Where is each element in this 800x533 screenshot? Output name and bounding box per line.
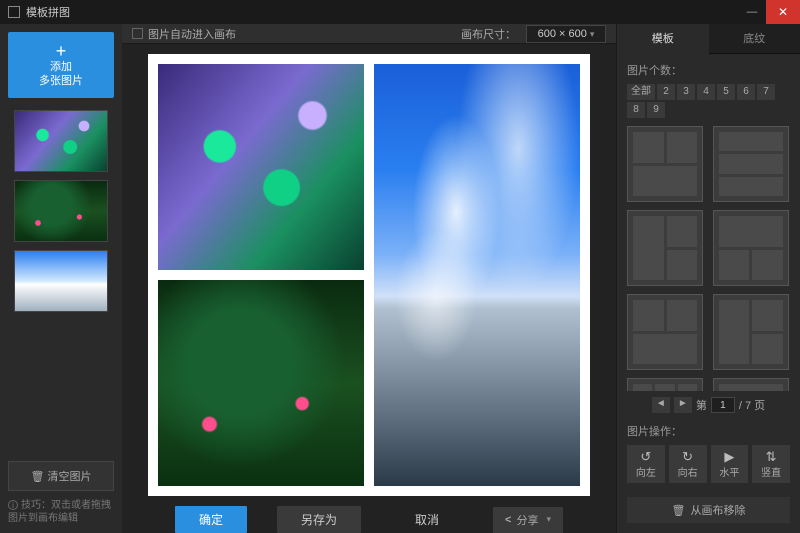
flip-h-icon: ▶ bbox=[711, 449, 749, 464]
template-8[interactable] bbox=[713, 378, 789, 391]
image-count-label: 图片个数： bbox=[627, 62, 790, 78]
rotate-left-icon: ↺ bbox=[627, 449, 665, 464]
image-ops-label: 图片操作： bbox=[617, 419, 800, 445]
left-panel: + 添加 多张图片 🗑 清空图片 i技巧：双击或者拖拽图片到画布编辑 bbox=[0, 24, 122, 533]
count-9[interactable]: 9 bbox=[647, 102, 665, 118]
app-icon bbox=[8, 6, 20, 18]
right-tabs: 模板 底纹 bbox=[617, 24, 800, 54]
canvas-size-input[interactable]: 600 × 600▾ bbox=[526, 25, 606, 43]
thumbnail-2[interactable] bbox=[14, 180, 108, 242]
tab-template[interactable]: 模板 bbox=[617, 24, 709, 54]
count-5[interactable]: 5 bbox=[717, 84, 735, 100]
add-label2: 多张图片 bbox=[8, 74, 114, 88]
count-7[interactable]: 7 bbox=[757, 84, 775, 100]
close-button[interactable]: ✕ bbox=[766, 0, 800, 24]
remove-from-canvas-button[interactable]: 🗑 从画布移除 bbox=[627, 497, 790, 523]
rotate-right-icon: ↻ bbox=[669, 449, 707, 464]
image-ops: ↺向左 ↻向右 ▶水平 ⇅竖直 bbox=[617, 445, 800, 491]
flip-vertical-button[interactable]: ⇅竖直 bbox=[752, 445, 790, 483]
image-count-row: 全部 2 3 4 5 6 7 8 9 bbox=[627, 84, 790, 118]
template-5[interactable] bbox=[627, 294, 703, 370]
canvas-size-label: 画布尺寸： bbox=[461, 26, 516, 42]
count-3[interactable]: 3 bbox=[677, 84, 695, 100]
pager-next[interactable]: ► bbox=[674, 397, 692, 413]
trash-icon: 🗑 bbox=[30, 471, 44, 483]
canvas-slot-2[interactable] bbox=[158, 280, 364, 486]
chevron-down-icon: ▾ bbox=[546, 514, 551, 525]
template-4[interactable] bbox=[713, 210, 789, 286]
canvas-slot-3[interactable] bbox=[374, 64, 580, 486]
rotate-right-button[interactable]: ↻向右 bbox=[669, 445, 707, 483]
bottom-toolbar: 确定 另存为 取消 < 分享 ▾ bbox=[122, 506, 616, 533]
count-6[interactable]: 6 bbox=[737, 84, 755, 100]
share-icon: < bbox=[505, 514, 511, 526]
count-8[interactable]: 8 bbox=[627, 102, 645, 118]
center-panel: 图片自动进入画布 画布尺寸： 600 × 600▾ 确定 另存为 取消 < 分享… bbox=[122, 24, 616, 533]
template-pager: ◄ ► 第 / 7 页 bbox=[617, 391, 800, 419]
count-4[interactable]: 4 bbox=[697, 84, 715, 100]
remove-label: 从画布移除 bbox=[690, 502, 745, 518]
count-2[interactable]: 2 bbox=[657, 84, 675, 100]
trash-icon: 🗑 bbox=[672, 504, 686, 517]
share-button[interactable]: < 分享 ▾ bbox=[493, 507, 563, 533]
count-all[interactable]: 全部 bbox=[627, 84, 655, 100]
template-1[interactable] bbox=[627, 126, 703, 202]
template-3[interactable] bbox=[627, 210, 703, 286]
window-title: 模板拼图 bbox=[26, 4, 738, 20]
rotate-left-button[interactable]: ↺向左 bbox=[627, 445, 665, 483]
save-as-button[interactable]: 另存为 bbox=[277, 506, 361, 533]
share-label: 分享 bbox=[516, 512, 538, 528]
flip-horizontal-button[interactable]: ▶水平 bbox=[711, 445, 749, 483]
template-2[interactable] bbox=[713, 126, 789, 202]
canvas-area bbox=[122, 44, 616, 506]
thumbnail-3[interactable] bbox=[14, 250, 108, 312]
thumbnail-list bbox=[8, 110, 114, 461]
add-images-button[interactable]: + 添加 多张图片 bbox=[8, 32, 114, 98]
pager-input[interactable] bbox=[711, 397, 735, 413]
canvas-toolbar: 图片自动进入画布 画布尺寸： 600 × 600▾ bbox=[122, 24, 616, 44]
pager-pre: 第 bbox=[696, 397, 707, 413]
right-panel: 模板 底纹 图片个数： 全部 2 3 4 5 6 7 8 9 bbox=[616, 24, 800, 533]
auto-enter-label: 图片自动进入画布 bbox=[148, 26, 236, 42]
add-label1: 添加 bbox=[8, 60, 114, 74]
template-6[interactable] bbox=[713, 294, 789, 370]
clear-label: 清空图片 bbox=[48, 471, 92, 483]
canvas-slot-1[interactable] bbox=[158, 64, 364, 270]
tip-text: i技巧：双击或者拖拽图片到画布编辑 bbox=[8, 499, 114, 525]
collage-canvas[interactable] bbox=[148, 54, 590, 496]
ok-button[interactable]: 确定 bbox=[175, 506, 247, 533]
template-grid bbox=[617, 126, 800, 391]
cancel-button[interactable]: 取消 bbox=[391, 506, 463, 533]
pager-post: / 7 页 bbox=[739, 397, 765, 413]
template-7[interactable] bbox=[627, 378, 703, 391]
flip-v-icon: ⇅ bbox=[752, 449, 790, 464]
pager-prev[interactable]: ◄ bbox=[652, 397, 670, 413]
minimize-button[interactable]: — bbox=[738, 0, 766, 24]
clear-images-button[interactable]: 🗑 清空图片 bbox=[8, 461, 114, 491]
thumbnail-1[interactable] bbox=[14, 110, 108, 172]
tab-texture[interactable]: 底纹 bbox=[709, 24, 800, 54]
auto-enter-checkbox[interactable]: 图片自动进入画布 bbox=[132, 26, 236, 42]
plus-icon: + bbox=[8, 42, 114, 60]
checkbox-icon bbox=[132, 28, 143, 39]
